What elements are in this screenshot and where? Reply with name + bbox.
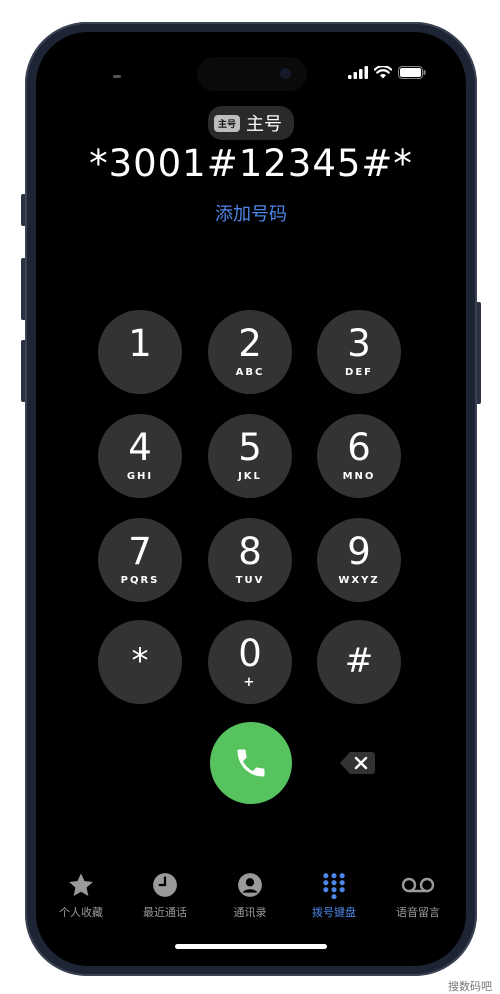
key-letters: TUV bbox=[235, 575, 265, 586]
key-letters: WXYZ bbox=[338, 575, 380, 586]
camera-lens bbox=[280, 68, 291, 79]
tab-keypad[interactable]: 拨号键盘 bbox=[294, 870, 374, 920]
key-digit: 4 bbox=[128, 426, 152, 469]
key-letters: GHI bbox=[126, 471, 154, 482]
key-1[interactable]: 1 bbox=[98, 310, 182, 394]
key-digit: 6 bbox=[347, 426, 371, 469]
tab-bar: 个人收藏 最近通话 通讯录 拨号键盘 语音留言 bbox=[36, 870, 466, 930]
phone-icon bbox=[237, 749, 265, 777]
status-bar-icons bbox=[348, 66, 426, 79]
key-letters: JKL bbox=[238, 471, 262, 482]
sim-name: 主号 bbox=[246, 114, 283, 135]
key-3[interactable]: 3 DEF bbox=[317, 310, 401, 394]
keypad-icon bbox=[323, 873, 345, 899]
star-icon bbox=[69, 873, 93, 896]
contact-icon bbox=[238, 873, 262, 897]
key-digit: 0 bbox=[238, 632, 262, 675]
clock-icon bbox=[153, 873, 177, 897]
tab-label: 最近通话 bbox=[143, 906, 187, 919]
battery-icon bbox=[398, 66, 426, 79]
key-digit: 8 bbox=[238, 530, 262, 573]
key-digit: # bbox=[344, 641, 374, 681]
home-indicator[interactable] bbox=[175, 944, 327, 949]
key-7[interactable]: 7 PQRS bbox=[98, 518, 182, 602]
key-hash[interactable]: # bbox=[317, 620, 401, 704]
watermark: 搜数码吧 bbox=[448, 980, 492, 993]
tab-label: 个人收藏 bbox=[59, 906, 103, 919]
key-digit: 7 bbox=[128, 530, 152, 573]
key-letters: + bbox=[243, 675, 257, 690]
tab-label: 通讯录 bbox=[233, 906, 267, 919]
backspace-icon bbox=[340, 752, 375, 774]
status-indicator bbox=[113, 75, 121, 78]
key-letters: PQRS bbox=[120, 575, 160, 586]
tab-recents[interactable]: 最近通话 bbox=[125, 870, 205, 920]
key-2[interactable]: 2 ABC bbox=[208, 310, 292, 394]
key-digit: 9 bbox=[347, 530, 371, 573]
key-8[interactable]: 8 TUV bbox=[208, 518, 292, 602]
dialed-number: *3001#12345#* bbox=[89, 142, 413, 185]
key-digit: 3 bbox=[347, 322, 371, 365]
tab-label: 拨号键盘 bbox=[312, 906, 356, 919]
tab-label: 语音留言 bbox=[396, 906, 440, 919]
tab-voicemail[interactable]: 语音留言 bbox=[378, 870, 458, 920]
key-digit: 1 bbox=[128, 322, 152, 365]
voicemail-icon bbox=[401, 877, 435, 893]
call-button[interactable] bbox=[210, 722, 292, 804]
tab-contacts[interactable]: 通讯录 bbox=[210, 870, 290, 920]
sim-tag: 主号 bbox=[213, 114, 241, 132]
key-digit: 2 bbox=[238, 322, 262, 365]
key-star[interactable]: * bbox=[98, 620, 182, 704]
add-number-link[interactable]: 添加号码 bbox=[36, 200, 466, 226]
dynamic-island bbox=[197, 57, 307, 91]
sim-selector[interactable]: 主号 主号 bbox=[207, 106, 295, 140]
key-digit: * bbox=[131, 641, 149, 681]
tab-favorites[interactable]: 个人收藏 bbox=[41, 870, 121, 920]
key-letters: MNO bbox=[342, 471, 376, 482]
key-6[interactable]: 6 MNO bbox=[317, 414, 401, 498]
delete-button[interactable] bbox=[338, 748, 378, 778]
signal-icon bbox=[348, 66, 368, 79]
phone-screen: 主号 主号 *3001#12345#* 添加号码 1 2 ABC 3 DEF 4… bbox=[36, 32, 466, 966]
wifi-icon bbox=[374, 66, 392, 79]
key-letters: ABC bbox=[235, 367, 265, 378]
key-4[interactable]: 4 GHI bbox=[98, 414, 182, 498]
key-letters: DEF bbox=[345, 367, 373, 378]
key-0[interactable]: 0 + bbox=[208, 620, 292, 704]
key-digit: 5 bbox=[238, 426, 262, 469]
key-9[interactable]: 9 WXYZ bbox=[317, 518, 401, 602]
key-5[interactable]: 5 JKL bbox=[208, 414, 292, 498]
